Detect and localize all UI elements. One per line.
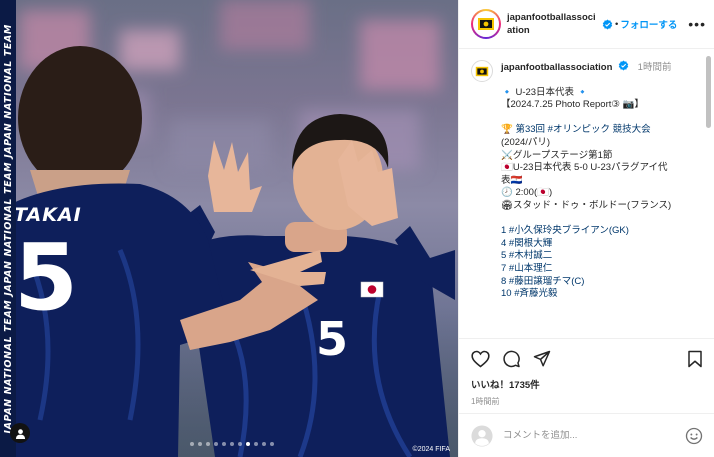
carousel-dot xyxy=(230,442,234,446)
caption-line: 🇯🇵U-23日本代表 5-0 U-23パラグアイ代 xyxy=(501,162,668,174)
current-user-avatar xyxy=(471,424,493,447)
user-tag-button[interactable] xyxy=(10,423,30,443)
post-actions: いいね！1735件 1時間前 xyxy=(459,338,714,407)
jersey-number-right: 5 xyxy=(316,312,349,366)
bookmark-icon[interactable] xyxy=(687,350,703,368)
photo-copyright: ©2024 FIFA xyxy=(412,446,450,453)
carousel-dot xyxy=(254,442,258,446)
caption-username[interactable]: japanfootballassociation xyxy=(501,62,612,73)
caption-header-line: japanfootballassociation 1時間前 xyxy=(501,60,701,75)
jfa-logo-icon xyxy=(478,18,494,30)
header-separator: • xyxy=(615,18,619,30)
caption-line: 🕗 2:00(🇯🇵) xyxy=(501,187,553,199)
user-tag-icon xyxy=(15,428,25,439)
carousel-dot xyxy=(270,442,274,446)
carousel-dot xyxy=(238,442,242,446)
caption-line: 表🇵🇾 xyxy=(501,174,523,186)
comment-icon[interactable] xyxy=(502,350,521,368)
follow-button[interactable]: フォローする xyxy=(620,17,677,31)
post-photo[interactable]: TAKAI 5 5 JAPAN NATIONAL TEAM JAPAN NATI… xyxy=(0,0,458,457)
carousel-dot xyxy=(214,442,218,446)
caption-line xyxy=(501,112,701,125)
caption-line xyxy=(501,213,701,226)
caption-line: (2024/パリ) xyxy=(501,136,551,148)
caption-scrollbar[interactable] xyxy=(706,56,711,128)
jersey-number-left: 5 xyxy=(14,224,79,331)
carousel-dot xyxy=(262,442,266,446)
caption-line[interactable]: 10 #斉藤光毅 xyxy=(501,288,701,301)
heart-icon[interactable] xyxy=(471,350,490,368)
japan-national-team-strip: JAPAN NATIONAL TEAM JAPAN NATIONAL TEAM … xyxy=(0,0,16,457)
carousel-dot xyxy=(222,442,226,446)
caption-line[interactable]: 5 #木村誠二 xyxy=(501,250,701,263)
post-header: japanfootballassociation • フォローする ••• xyxy=(459,0,714,49)
caption-row: japanfootballassociation 1時間前 🔹 U-23日本代表… xyxy=(471,60,701,301)
caption-line[interactable]: 🏆 第33回 #オリンピック 競技大会 xyxy=(501,124,701,137)
comment-input[interactable] xyxy=(503,430,685,441)
jfa-logo-icon xyxy=(475,66,489,76)
post-time: 1時間前 xyxy=(471,397,500,406)
caption-line: 🏟スタッド・ドゥ・ボルドー(フランス) xyxy=(501,199,672,211)
carousel-dot xyxy=(206,442,210,446)
caption-line: ⚔️グループステージ第1節 xyxy=(501,149,613,161)
header-username-text[interactable]: japanfootballassociation xyxy=(507,12,596,36)
caption-body: japanfootballassociation 1時間前 🔹 U-23日本代表… xyxy=(501,60,701,301)
caption-line[interactable]: 8 #藤田譲瑠チマ(C) xyxy=(501,276,701,289)
caption-line: 🔹 U-23日本代表 🔹 xyxy=(501,86,589,98)
caption-line[interactable]: 7 #山本理仁 xyxy=(501,263,701,276)
jersey-name-takai: TAKAI xyxy=(14,204,82,226)
caption-scroll-area[interactable]: japanfootballassociation 1時間前 🔹 U-23日本代表… xyxy=(459,50,714,337)
carousel-dots xyxy=(190,442,274,446)
caption-time: 1時間前 xyxy=(637,62,672,73)
carousel-dot xyxy=(246,442,250,446)
caption-line: 【2024.7.25 Photo Report③ 📷】 xyxy=(501,99,644,111)
carousel-dot xyxy=(198,442,202,446)
emoji-icon[interactable] xyxy=(685,427,703,445)
verified-icon xyxy=(618,60,629,71)
more-options-button[interactable]: ••• xyxy=(688,16,706,32)
avatar[interactable] xyxy=(473,11,499,37)
caption-line[interactable]: 4 #関根大輝 xyxy=(501,238,701,251)
side-strip-text: JAPAN NATIONAL TEAM JAPAN NATIONAL TEAM … xyxy=(2,23,14,434)
header-username[interactable]: japanfootballassociation xyxy=(507,11,599,37)
likes-count[interactable]: いいね！1735件 xyxy=(471,377,703,391)
caption-text: 🔹 U-23日本代表 🔹 【2024.7.25 Photo Report③ 📷】 🏆… xyxy=(501,87,701,301)
carousel-dot xyxy=(190,442,194,446)
share-icon[interactable] xyxy=(533,350,551,368)
caption-line[interactable]: 1 #小久保玲央ブライアン(GK) xyxy=(501,225,701,238)
verified-icon xyxy=(602,19,613,29)
profile-avatar-ring[interactable] xyxy=(471,9,501,39)
post-side-panel: japanfootballassociation • フォローする ••• ja… xyxy=(458,0,714,457)
comment-bar xyxy=(459,413,714,457)
caption-avatar[interactable] xyxy=(471,60,493,82)
action-icons xyxy=(471,349,703,369)
